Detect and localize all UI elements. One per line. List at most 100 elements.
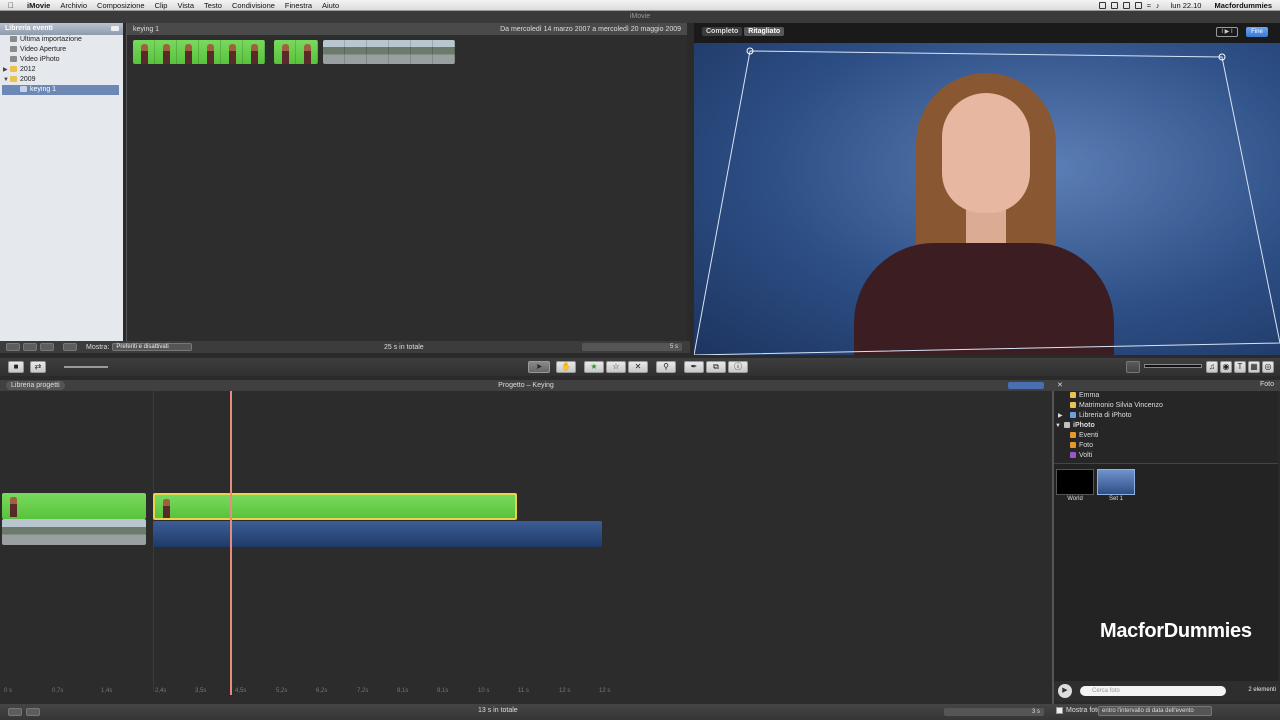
- menu-finestra[interactable]: Finestra: [280, 1, 317, 10]
- audio-icon[interactable]: [1126, 361, 1140, 373]
- source-foto[interactable]: Foto: [1054, 441, 1278, 451]
- battery-icon[interactable]: [1110, 1, 1118, 9]
- photo-thumb-world[interactable]: [1056, 469, 1094, 495]
- source-eventi[interactable]: Eventi: [1054, 431, 1278, 441]
- reject-icon[interactable]: ✕: [628, 361, 648, 373]
- source-label: Eventi: [1079, 432, 1099, 439]
- event-item-label: 2009: [20, 76, 36, 83]
- event-item-keying-1[interactable]: keying 1: [2, 85, 119, 95]
- title-icon[interactable]: T: [1234, 361, 1246, 373]
- info-icon[interactable]: ⓘ: [728, 361, 748, 373]
- source-iphoto-library[interactable]: ▶ Libreria di iPhoto: [1054, 411, 1278, 421]
- hand-icon[interactable]: ✋: [556, 361, 576, 373]
- menu-vista[interactable]: Vista: [172, 1, 199, 10]
- photo-thumb-set-1[interactable]: [1097, 469, 1135, 495]
- menubar-user[interactable]: Macfordummies: [1214, 1, 1272, 10]
- arrow-icon[interactable]: ➤: [528, 361, 550, 373]
- unmark-icon[interactable]: ☆: [606, 361, 626, 373]
- tab-completo[interactable]: Completo: [702, 27, 743, 36]
- photo-thumb-label: World: [1067, 496, 1083, 502]
- main-toolbar: ■ ⇄ ➤ ✋ ★ ☆ ✕ ⚲ ✒ ⧉ ⓘ ♫ ◉ T ▦ ◎: [0, 358, 1280, 376]
- crop-icon[interactable]: ⧉: [706, 361, 726, 373]
- project-clip-landscape[interactable]: [2, 519, 146, 545]
- clip-size-slider[interactable]: [64, 366, 108, 368]
- project-clip-green-1[interactable]: [2, 493, 146, 519]
- view-button[interactable]: [6, 343, 20, 351]
- apple-menu-icon[interactable]: : [0, 1, 22, 10]
- event-zoom-slider[interactable]: 5 s: [582, 343, 682, 351]
- favorite-icon[interactable]: ★: [584, 361, 604, 373]
- event-item-aperture[interactable]: Video Aperture: [0, 45, 123, 55]
- time-machine-icon[interactable]: [1134, 1, 1142, 9]
- bluetooth-icon[interactable]: [1122, 1, 1130, 9]
- project-view-button[interactable]: [1008, 382, 1044, 389]
- music-icon[interactable]: ♫: [1206, 361, 1218, 373]
- project-zoom-slider[interactable]: 3 s: [944, 708, 1044, 716]
- dropper-icon[interactable]: ✒: [684, 361, 704, 373]
- event-clip-green-2[interactable]: [274, 40, 318, 64]
- event-clip-green-1[interactable]: [133, 40, 265, 64]
- menu-aiuto[interactable]: Aiuto: [317, 1, 344, 10]
- project-clip-keying-selected[interactable]: [153, 493, 517, 520]
- project-timeline[interactable]: 0 s 0,7s 1,4s 2,4s 3,5s 4,5s 5,2s 6,2s 7…: [0, 391, 1052, 704]
- photo-search-input[interactable]: Cerca foto: [1080, 686, 1226, 696]
- menu-clip[interactable]: Clip: [150, 1, 173, 10]
- play-slideshow-icon[interactable]: ▶: [1058, 684, 1072, 698]
- disclosure-down-icon[interactable]: ▼: [3, 75, 9, 85]
- transition-icon[interactable]: ▦: [1248, 361, 1260, 373]
- event-item-2009[interactable]: ▼ 2009: [0, 75, 123, 85]
- menubar-clock[interactable]: lun 22.10: [1171, 1, 1202, 10]
- disclosure-right-icon[interactable]: ▶: [3, 65, 8, 75]
- swap-icon[interactable]: ⇄: [30, 361, 46, 373]
- done-button[interactable]: Fine: [1246, 27, 1268, 37]
- disclosure-right-icon[interactable]: ▶: [1058, 411, 1063, 421]
- event-library-title: Libreria eventi: [5, 25, 53, 32]
- close-icon[interactable]: ✕: [1057, 381, 1063, 389]
- film-button[interactable]: [23, 343, 37, 351]
- source-matrimonio[interactable]: Matrimonio Silvia Vincenzo: [1054, 401, 1278, 411]
- iphoto-icon: [1064, 422, 1070, 428]
- play-project-button[interactable]: [26, 708, 40, 716]
- source-volti[interactable]: Volti: [1054, 451, 1278, 461]
- volume-icon[interactable]: ♪: [1156, 1, 1160, 10]
- event-browser-header: keying 1 Da mercoledì 14 marzo 2007 a me…: [127, 23, 687, 35]
- map-icon[interactable]: ◎: [1262, 361, 1274, 373]
- source-iphoto[interactable]: ▼ iPhoto: [1054, 421, 1278, 431]
- library-toggle-button[interactable]: [111, 26, 119, 31]
- keyword-icon[interactable]: ⚲: [656, 361, 676, 373]
- play-event-button[interactable]: [40, 343, 54, 351]
- source-emma[interactable]: Emma: [1054, 391, 1278, 401]
- menu-testo[interactable]: Testo: [199, 1, 227, 10]
- ruler-label: 11 s: [518, 688, 529, 694]
- wifi-icon[interactable]: ≈: [1147, 1, 1151, 10]
- show-photos-checkbox[interactable]: Mostra foto: [1056, 707, 1101, 714]
- search-icon[interactable]: [63, 343, 77, 351]
- project-clip-blue-background[interactable]: [153, 521, 602, 547]
- menu-condivisione[interactable]: Condivisione: [227, 1, 280, 10]
- menu-composizione[interactable]: Composizione: [92, 1, 150, 10]
- playhead[interactable]: [230, 391, 232, 695]
- photo-range-dropdown[interactable]: entro l'intervallo di data dell'evento: [1098, 706, 1212, 716]
- checkbox-box[interactable]: [1056, 707, 1063, 714]
- event-item-last-import[interactable]: Ultima importazione: [0, 35, 123, 45]
- crop-outline[interactable]: [694, 43, 1280, 355]
- project-view-toggle[interactable]: [8, 708, 22, 716]
- play-crop-button[interactable]: I ▶ I: [1216, 27, 1238, 37]
- photo-count: 2 elementi: [1248, 687, 1276, 693]
- disclosure-down-icon[interactable]: ▼: [1055, 421, 1061, 431]
- tab-ritagliato[interactable]: Ritagliato: [744, 27, 785, 36]
- event-clip-landscape[interactable]: [323, 40, 455, 64]
- photo-browser-icon[interactable]: ◉: [1220, 361, 1232, 373]
- project-library-button[interactable]: Libreria progetti: [6, 381, 65, 390]
- camera-import-icon[interactable]: ■: [8, 361, 24, 373]
- status-icon[interactable]: [1098, 1, 1106, 9]
- event-item-2012[interactable]: ▶ 2012: [0, 65, 123, 75]
- filter-select[interactable]: Preferiti e disattivati: [112, 343, 193, 351]
- menu-app[interactable]: iMovie: [22, 1, 55, 10]
- event-item-label: Video Aperture: [20, 46, 67, 53]
- ruler-label: 12 s: [559, 688, 571, 694]
- video-frame: [694, 43, 1280, 355]
- photo-browser-footer: ▶ Cerca foto 2 elementi: [1054, 681, 1280, 701]
- menu-archivio[interactable]: Archivio: [55, 1, 92, 10]
- event-item-iphoto[interactable]: Video iPhoto: [0, 55, 123, 65]
